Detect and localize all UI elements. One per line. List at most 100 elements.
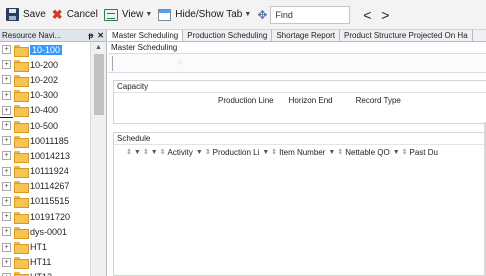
schedule-header-row: ⇕ ▼ ⇕ ▼ ⇕ Activity ▼ ⇕ Production Li ▼ ⇕… [114,145,486,159]
tree-item-label: 10115515 [30,196,70,207]
tab-window-icon [158,8,172,21]
expand-icon[interactable]: + [2,90,11,100]
sort-icon[interactable]: ⇕ [126,148,132,156]
expand-icon[interactable]: + [2,181,11,191]
expand-icon[interactable]: + [2,212,11,222]
scroll-thumb[interactable] [94,54,104,115]
folder-icon [14,90,29,103]
sort-icon[interactable]: ⇕ [143,148,149,156]
schedule-caption: Schedule [114,133,486,145]
column-header[interactable]: Nettable QO [345,148,392,157]
folder-icon [14,135,29,148]
folder-icon [14,226,29,239]
save-label: Save [23,9,46,20]
schedule-panel: Schedule ⇕ ▼ ⇕ ▼ ⇕ Activity ▼ ⇕ Producti… [113,132,486,276]
expand-icon[interactable]: + [2,151,11,161]
folder-icon [14,150,29,163]
sort-icon[interactable]: ⇕ [337,148,343,156]
folder-icon [14,74,29,87]
resize-grip-icon: ⁘ [177,60,183,67]
tab-production-scheduling[interactable]: Production Scheduling [183,30,273,41]
chevron-down-icon: ▼ [244,11,252,18]
filter-strip: ⁘ [108,53,486,73]
toolbar: Save ✖ Cancel View ▼ Hide/Show Tab ▼ ✥ <… [0,0,486,30]
folder-icon [14,272,29,276]
folder-icon [14,105,29,118]
filter-icon[interactable]: ▼ [196,149,203,156]
expand-icon[interactable]: + [2,60,11,70]
resource-navigator-header: Resource Navi... ᵽ ✕ [0,30,106,42]
capacity-panel: Capacity Production Line Horizon End Rec… [113,80,486,124]
pin-icon[interactable]: ᵽ [88,31,93,40]
column-header[interactable]: Past Du [410,148,441,157]
folder-icon [14,44,29,57]
tree-item-label: 10-500 [30,120,59,131]
folder-icon [14,211,29,224]
column-header[interactable]: Activity [168,148,196,157]
expand-icon[interactable]: + [2,242,11,252]
tree-item-label: dys-0001 [30,226,68,237]
filter-icon[interactable]: ▼ [134,149,141,156]
folder-icon [14,242,29,255]
tree-item-label: 10-300 [30,90,59,101]
filter-icon[interactable]: ▼ [262,149,269,156]
column-header[interactable]: Production Line [218,96,277,105]
find-previous-button[interactable]: < [358,7,376,23]
folder-icon [14,120,29,133]
folder-icon [14,59,29,72]
section-title: Master Scheduling [111,43,178,52]
expand-icon[interactable]: + [2,196,11,206]
expand-icon[interactable]: + [2,227,11,237]
view-button[interactable]: View ▼ [101,4,155,26]
hide-show-tab-button[interactable]: Hide/Show Tab ▼ [155,4,254,26]
column-header[interactable]: Horizon End [289,96,336,105]
tab-shortage-report[interactable]: Shortage Report [272,30,341,41]
tree-item-label: 10014213 [30,150,71,161]
tree-item-label: HT11 [30,257,52,268]
find-input[interactable] [270,5,351,24]
tree-item-label: 10114267 [30,181,70,192]
cancel-label: Cancel [66,9,98,20]
expand-icon[interactable]: + [2,45,11,55]
tab-bar: Master Scheduling Production Scheduling … [108,30,486,42]
expand-icon[interactable]: + [2,105,11,115]
tree-item-label: 10011185 [30,135,69,146]
expand-icon[interactable]: + [2,75,11,85]
tab-master-scheduling[interactable]: Master Scheduling [108,30,184,41]
filter-icon[interactable]: ▼ [328,149,335,156]
expand-icon[interactable]: + [2,121,11,131]
hide-show-label: Hide/Show Tab [175,9,243,20]
tree-item-label: 10191720 [30,211,71,222]
sort-icon[interactable]: ⇕ [402,148,408,156]
tree-item-label: 10-200 [30,59,59,70]
tree-item-label: HT1 [30,242,48,253]
sort-icon[interactable]: ⇕ [271,148,277,156]
close-icon[interactable]: ✕ [97,31,104,40]
capacity-header-row: Production Line Horizon End Record Type [114,93,486,107]
sort-icon[interactable]: ⇕ [160,148,166,156]
folder-icon [14,196,29,209]
column-header[interactable]: Production Li [213,148,263,157]
filter-icon[interactable]: ▼ [151,149,158,156]
expand-icon[interactable]: + [2,136,11,146]
callout-line [0,117,13,118]
filter-icon[interactable]: ▼ [393,149,400,156]
view-icon [103,8,118,21]
tab-product-structure[interactable]: Product Structure Projected On Ha [340,30,473,41]
find-next-button[interactable]: > [376,7,394,23]
expand-icon[interactable]: + [2,257,11,267]
sort-icon[interactable]: ⇕ [205,148,211,156]
cancel-icon: ✖ [51,7,63,22]
scroll-up-icon[interactable]: ▲ [91,42,106,54]
column-header[interactable]: Record Type [356,96,404,105]
save-button[interactable]: Save [3,4,49,26]
tree-item-label: HT12 [30,272,52,276]
tree-scrollbar[interactable]: ▲ [90,42,106,276]
binoculars-icon: ✥ [257,7,268,22]
cancel-button[interactable]: ✖ Cancel [49,4,101,26]
tree-item-label: 10111924 [30,166,69,177]
save-icon [6,8,19,21]
column-header[interactable]: Item Number [279,148,328,157]
expand-icon[interactable]: + [2,166,11,176]
view-label: View [121,9,144,20]
